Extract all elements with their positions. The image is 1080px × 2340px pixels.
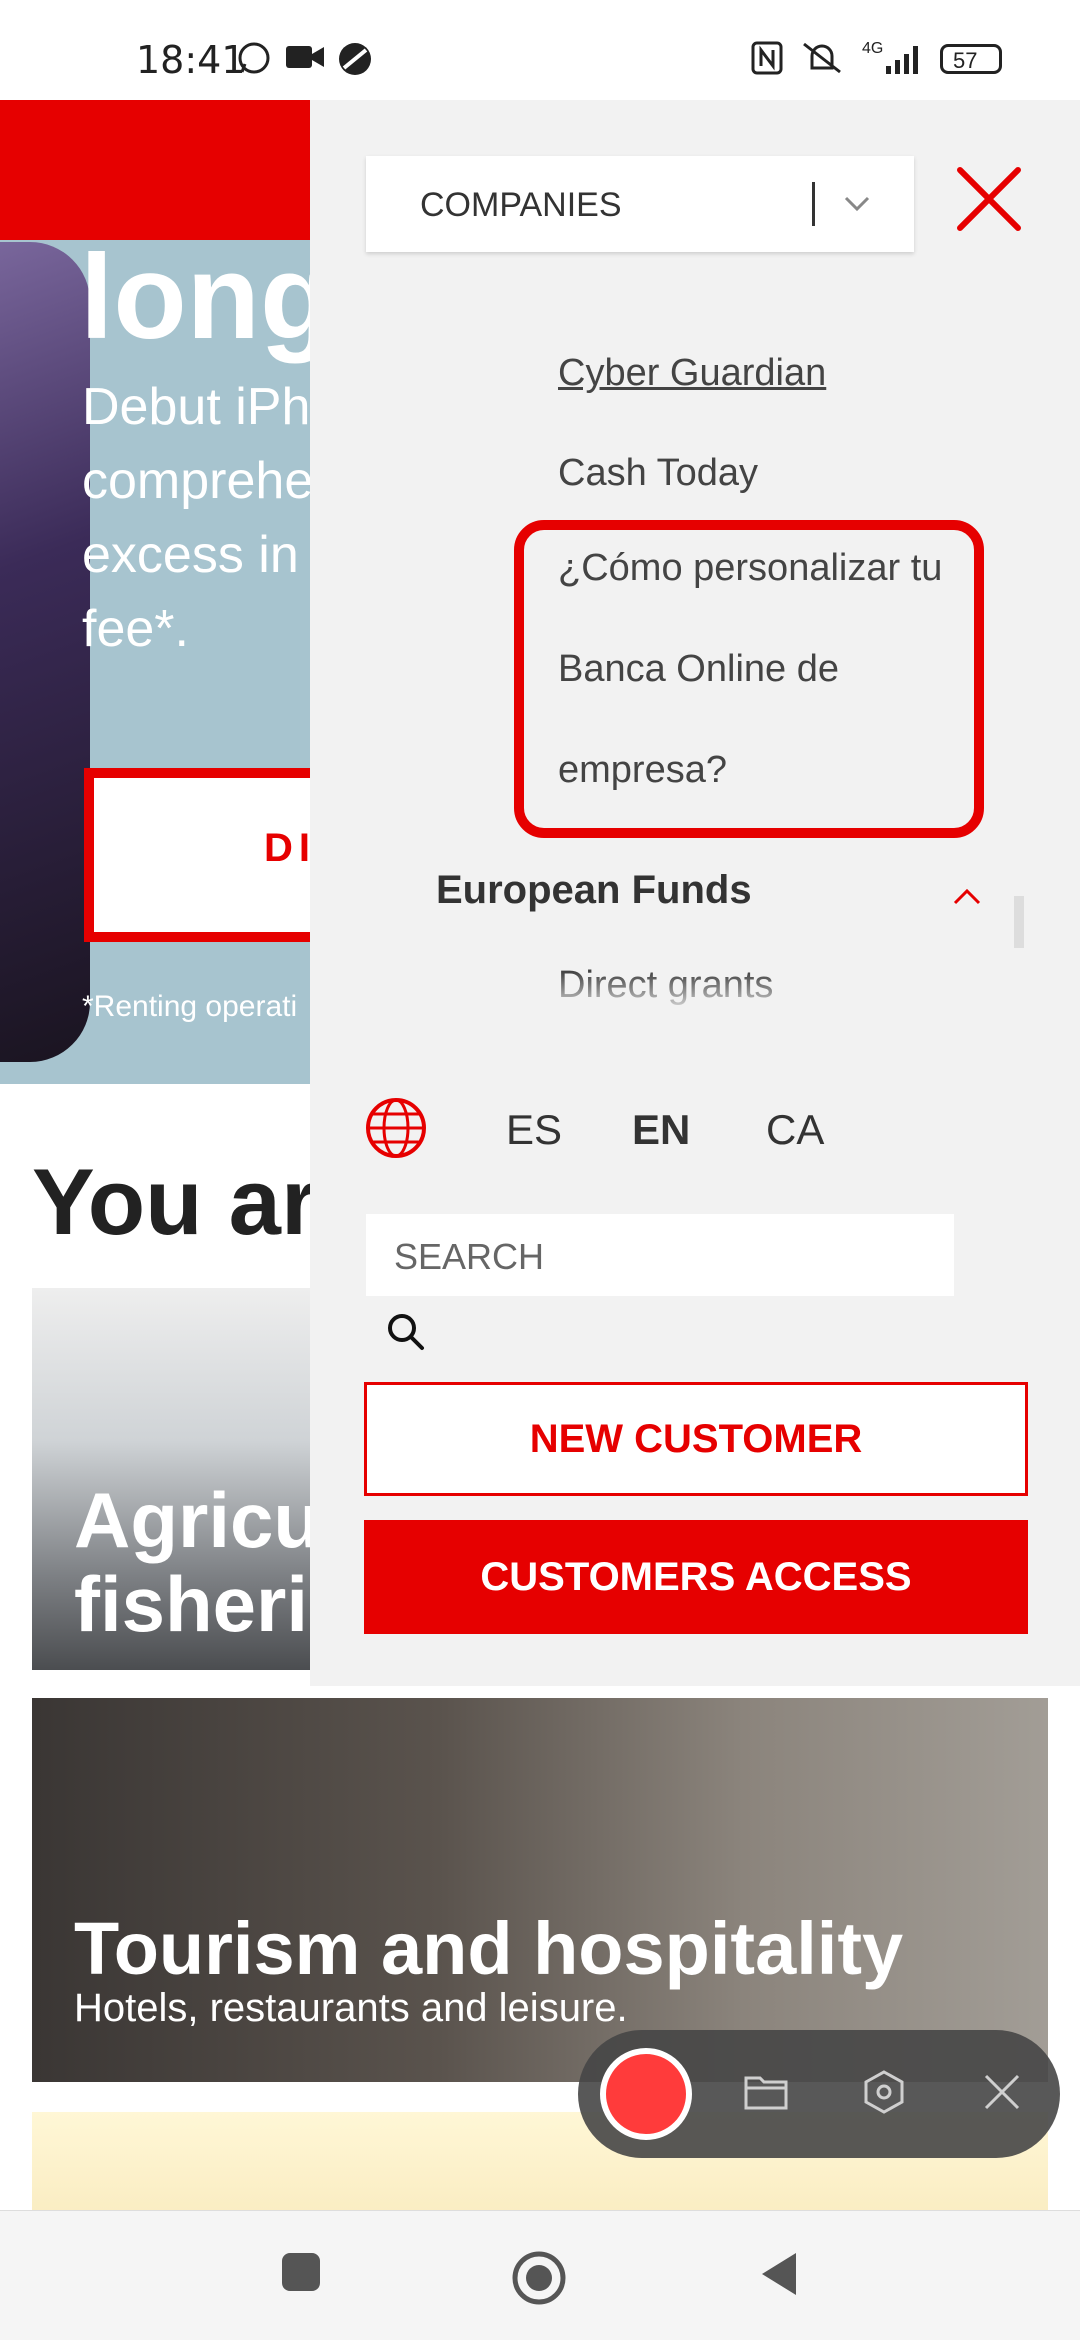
folder-icon[interactable]	[742, 2068, 790, 2116]
clock: 18:41	[136, 38, 246, 82]
hero-text-line: excess in	[82, 526, 299, 584]
hero-text-line: fee*.	[82, 600, 189, 658]
chevron-up-icon[interactable]	[952, 886, 982, 906]
nfc-icon	[751, 41, 783, 75]
search-input[interactable]: SEARCH	[366, 1214, 954, 1296]
customers-access-button[interactable]: CUSTOMERS ACCESS	[364, 1520, 1028, 1634]
hero-text: Debut iPh comprehe excess in fee*.	[82, 370, 342, 666]
globe-icon	[366, 1098, 426, 1158]
search-icon[interactable]	[384, 1310, 428, 1354]
language-es[interactable]: ES	[506, 1106, 562, 1154]
new-customer-button[interactable]: NEW CUSTOMER	[364, 1382, 1028, 1496]
close-icon[interactable]	[978, 2068, 1026, 2116]
whatsapp-icon	[238, 42, 270, 74]
hero-cta-label: DI	[264, 826, 316, 870]
menu-scrollbar[interactable]	[1014, 896, 1024, 948]
hero-text-line: comprehe	[82, 452, 314, 510]
phone-image	[0, 242, 90, 1062]
card-title: Tourism and hospitality	[74, 1907, 904, 1990]
hero-title: long	[80, 230, 334, 364]
battery-level: 57	[953, 48, 978, 73]
segment-select[interactable]: COMPANIES	[366, 156, 914, 252]
hero-text-line: Debut iPh	[82, 378, 311, 436]
highlight-box	[514, 520, 984, 838]
menu-link-cyber-guardian[interactable]: Cyber Guardian	[558, 352, 826, 395]
record-button[interactable]	[600, 2048, 692, 2140]
navigation-bar	[0, 2210, 1080, 2340]
video-call-icon	[286, 46, 324, 68]
signal-icon	[886, 46, 918, 74]
language-en[interactable]: EN	[632, 1106, 690, 1154]
status-bar: 18:41 4G 57	[0, 0, 1080, 100]
language-ca[interactable]: CA	[766, 1106, 824, 1154]
segment-select-value: COMPANIES	[420, 186, 622, 224]
back-icon[interactable]	[756, 2249, 802, 2299]
select-divider	[812, 182, 815, 226]
chevron-down-icon	[844, 196, 870, 212]
search-placeholder: SEARCH	[394, 1236, 545, 1277]
hero-footnote: *Renting operati	[82, 990, 298, 1023]
card-tourism[interactable]: Tourism and hospitality Hotels, restaura…	[32, 1698, 1048, 2082]
app-notification-icon	[339, 43, 371, 75]
menu-section-european-funds[interactable]: European Funds	[436, 868, 752, 913]
card-subtitle: Hotels, restaurants and leisure.	[74, 1986, 628, 2030]
mute-bell-icon	[803, 42, 841, 74]
screen-recorder-widget	[578, 2030, 1060, 2158]
settings-icon[interactable]	[860, 2068, 908, 2116]
scroll-fade	[310, 972, 1080, 1016]
recents-icon[interactable]	[278, 2249, 324, 2295]
close-icon[interactable]	[954, 164, 1024, 234]
home-icon[interactable]	[510, 2249, 568, 2307]
menu-link-cash-today[interactable]: Cash Today	[558, 452, 758, 495]
side-menu: COMPANIES Cyber Guardian Cash Today ¿Cóm…	[310, 100, 1080, 1686]
network-type: 4G	[862, 40, 884, 57]
battery-icon: 57	[940, 44, 1002, 74]
